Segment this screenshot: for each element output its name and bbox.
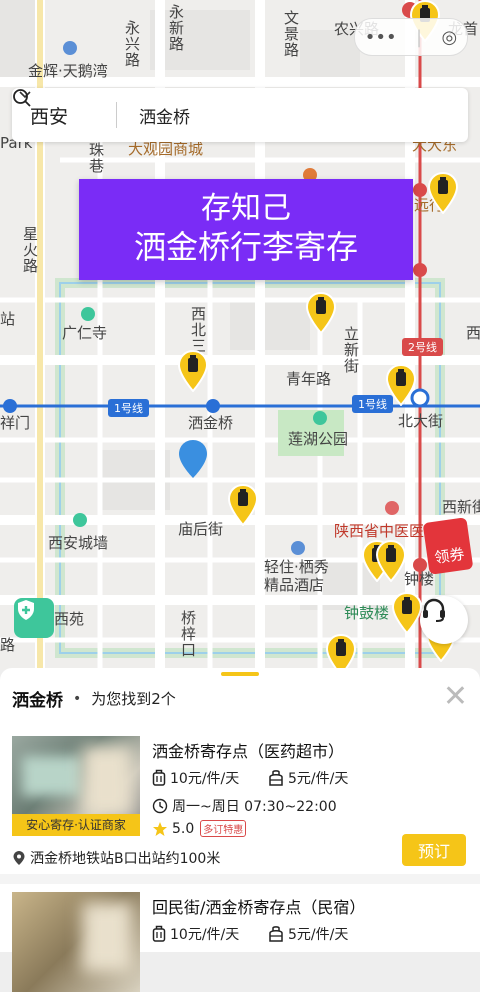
map-label: 庙后街 xyxy=(178,520,224,538)
map-label: 洒金桥 xyxy=(188,414,234,432)
headset-icon xyxy=(423,598,445,622)
bag-icon xyxy=(269,770,283,786)
promo-banner[interactable]: 存知己 洒金桥行李寄存 xyxy=(79,179,413,280)
close-icon[interactable]: ✕ xyxy=(443,682,468,712)
price-bag-value: 5元/件/天 xyxy=(288,771,349,787)
clock-icon xyxy=(152,798,168,814)
price-bag: 5元/件/天 xyxy=(268,924,348,944)
sheet-title: 洒金桥 xyxy=(12,691,63,711)
capsule-divider: | xyxy=(416,26,423,48)
more-menu-button[interactable]: ••• xyxy=(365,27,397,48)
certified-tag: 安心寄存·认证商家 xyxy=(12,814,140,836)
coupon-button[interactable]: 领券 xyxy=(422,517,474,575)
search-icon xyxy=(13,89,31,107)
results-sheet: 洒金桥 • 为您找到2个 ✕ 安心寄存·认证商家 洒金桥寄存点（医药超市） 10… xyxy=(0,668,480,992)
map-label: 陕西省中医医 xyxy=(334,522,425,540)
map-label: 立新街 xyxy=(342,326,360,374)
star-icon xyxy=(153,821,167,836)
book-button[interactable]: 预订 xyxy=(402,834,466,866)
location-icon xyxy=(13,851,25,865)
map-label: 金辉·天鹅湾 xyxy=(28,62,108,80)
promo-badge: 多订特惠 xyxy=(200,820,247,837)
storage-pin-icon[interactable] xyxy=(178,350,208,392)
shield-plus-icon xyxy=(18,600,34,620)
map-label: 莲湖公园 xyxy=(288,430,349,448)
map-label: 轻住·栖秀 xyxy=(264,558,329,576)
map-label: 西 xyxy=(466,324,480,342)
address-text: 洒金桥地铁站B口出站约100米 xyxy=(30,851,221,867)
store-address: 洒金桥地铁站B口出站约100米 xyxy=(12,848,220,868)
map-label: 青年路 xyxy=(286,370,332,388)
bag-icon xyxy=(269,926,283,942)
miniprogram-capsule: ••• | ◎ xyxy=(354,18,468,56)
sheet-dot: • xyxy=(73,690,82,707)
map-view[interactable]: 金辉·天鹅湾 永兴路 永新路 文景路 农兴路 龙首 大观园商城 珠巷 Park … xyxy=(0,0,480,670)
search-divider xyxy=(116,102,117,128)
storage-pin-icon[interactable] xyxy=(428,172,458,214)
map-label: 北大街 xyxy=(398,412,444,430)
price-luggage: 10元/件/天 xyxy=(152,924,239,944)
map-label: 钟鼓楼 xyxy=(344,604,390,622)
banner-title: 存知己 xyxy=(201,191,291,226)
close-miniprogram-button[interactable]: ◎ xyxy=(442,27,458,48)
map-label: 星火路 xyxy=(21,226,39,274)
rating: 5.0 多订特惠 xyxy=(152,820,247,837)
card-separator xyxy=(0,874,480,884)
store-name: 洒金桥寄存点（医药超市） xyxy=(152,742,345,761)
coupon-label: 领券 xyxy=(433,544,466,567)
map-label: 桥梓口 xyxy=(179,610,197,658)
map-label: 广仁寺 xyxy=(62,324,108,342)
map-label: 永兴路 xyxy=(123,20,141,68)
banner-subtitle: 洒金桥行李寄存 xyxy=(133,228,358,266)
price-luggage: 10元/件/天 xyxy=(152,768,239,788)
price-bag-value: 5元/件/天 xyxy=(288,927,349,943)
luggage-icon xyxy=(152,769,166,786)
city-name: 西安 xyxy=(30,105,69,128)
map-label: 站 xyxy=(0,310,16,328)
opening-hours: 周一~周日 07:30~22:00 xyxy=(152,796,337,816)
storage-pin-icon[interactable] xyxy=(376,540,406,582)
add-storage-button[interactable] xyxy=(14,598,54,638)
price-bag: 5元/件/天 xyxy=(268,768,348,788)
map-label: 大观园商城 xyxy=(128,140,204,158)
search-bar: 西安 洒金桥 xyxy=(12,88,468,142)
price-luggage-value: 10元/件/天 xyxy=(170,927,240,943)
storage-pin-icon[interactable] xyxy=(326,634,356,670)
rating-value: 5.0 xyxy=(172,820,195,837)
luggage-icon xyxy=(152,925,166,942)
map-label: 西苑 xyxy=(54,610,85,628)
map-label: 西安城墙 xyxy=(48,534,109,552)
map-label: 西北三 xyxy=(189,306,207,354)
map-label: 珠巷 xyxy=(87,142,105,174)
map-label: 钟楼 xyxy=(404,570,435,588)
map-label: 永新路 xyxy=(167,4,185,52)
list-item[interactable]: 回民街/洒金桥寄存点（民宿） 10元/件/天 5元/件/天 xyxy=(0,884,480,992)
list-item[interactable]: 安心寄存·认证商家 洒金桥寄存点（医药超市） 10元/件/天 5元/件/天 周一… xyxy=(0,726,480,876)
map-label: 路 xyxy=(0,636,16,654)
store-photo xyxy=(12,892,140,992)
storage-pin-icon[interactable] xyxy=(306,292,336,334)
map-label: 文景路 xyxy=(282,10,300,58)
map-label: 西新街 xyxy=(442,498,480,516)
price-luggage-value: 10元/件/天 xyxy=(170,771,240,787)
storage-pin-icon[interactable] xyxy=(228,484,258,526)
storage-pin-icon[interactable] xyxy=(392,592,422,634)
customer-service-button[interactable] xyxy=(420,596,468,644)
metro-line-badge: 1号线 xyxy=(108,399,149,417)
storage-pin-icon[interactable] xyxy=(386,364,416,406)
sheet-header: 洒金桥 • 为您找到2个 xyxy=(12,686,176,711)
hours-text: 周一~周日 07:30~22:00 xyxy=(172,799,337,815)
search-input[interactable]: 洒金桥 xyxy=(139,103,190,128)
result-count: 为您找到2个 xyxy=(91,690,176,708)
map-label: 精品酒店 xyxy=(264,576,325,594)
store-name: 回民街/洒金桥寄存点（民宿） xyxy=(152,898,366,917)
sheet-drag-handle[interactable] xyxy=(221,672,259,676)
metro-line-badge: 2号线 xyxy=(402,338,443,356)
map-label: 祥门 xyxy=(0,414,31,432)
